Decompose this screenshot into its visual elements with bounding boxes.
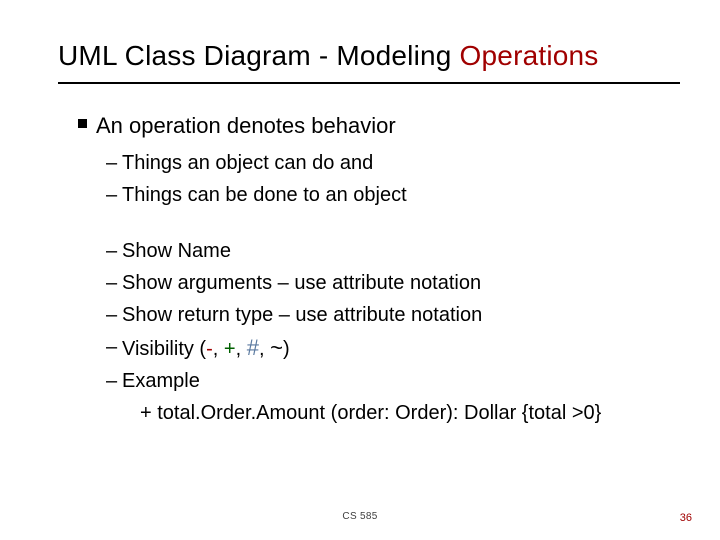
bullet-sub: Show Name — [106, 238, 670, 264]
content-area: An operation denotes behavior Things an … — [78, 104, 670, 432]
bullet-main-text: An operation denotes behavior — [96, 113, 396, 138]
example-line: + total.Order.Amount (order: Order): Dol… — [140, 400, 670, 426]
bullet-sub-text: Show Name — [122, 240, 231, 262]
bullet-sub: Things can be done to an object — [106, 182, 670, 208]
title-underline — [58, 82, 680, 84]
vis-sep: , — [213, 338, 224, 360]
vis-suffix: ) — [283, 338, 290, 360]
bullet-sub: Show return type – use attribute notatio… — [106, 302, 670, 328]
example-text: + total.Order.Amount (order: Order): Dol… — [140, 402, 601, 424]
bullet-sub-text: Things an object can do and — [122, 152, 373, 174]
vis-sep: , — [236, 338, 247, 360]
vis-prefix: Visibility ( — [122, 338, 206, 360]
footer-course: CS 585 — [0, 511, 720, 522]
bullet-sub-text: Things can be done to an object — [122, 184, 407, 206]
bullet-visibility: Visibility (-, +, #, ~) — [106, 334, 670, 363]
bullet-sub-text: Show arguments – use attribute notation — [122, 272, 481, 294]
bullet-sub: Show arguments – use attribute notation — [106, 270, 670, 296]
title-text-plain: UML Class Diagram - Modeling — [58, 40, 460, 71]
slide: UML Class Diagram - Modeling Operations … — [0, 0, 720, 540]
bullet-main: An operation denotes behavior — [78, 112, 670, 140]
bullet-sub: Example — [106, 368, 670, 394]
vis-plus: + — [224, 338, 236, 360]
vis-sep: , — [259, 338, 270, 360]
footer-page-number: 36 — [680, 512, 692, 524]
vis-hash: # — [247, 335, 259, 360]
bullet-sub: Things an object can do and — [106, 150, 670, 176]
bullet-sub-text: Show return type – use attribute notatio… — [122, 304, 482, 326]
bullet-sub-text: Example — [122, 370, 200, 392]
slide-title: UML Class Diagram - Modeling Operations — [58, 40, 680, 72]
title-text-accent: Operations — [460, 40, 599, 71]
vis-tilde: ~ — [270, 335, 283, 360]
vis-minus: - — [206, 338, 213, 360]
spacer — [78, 214, 670, 232]
